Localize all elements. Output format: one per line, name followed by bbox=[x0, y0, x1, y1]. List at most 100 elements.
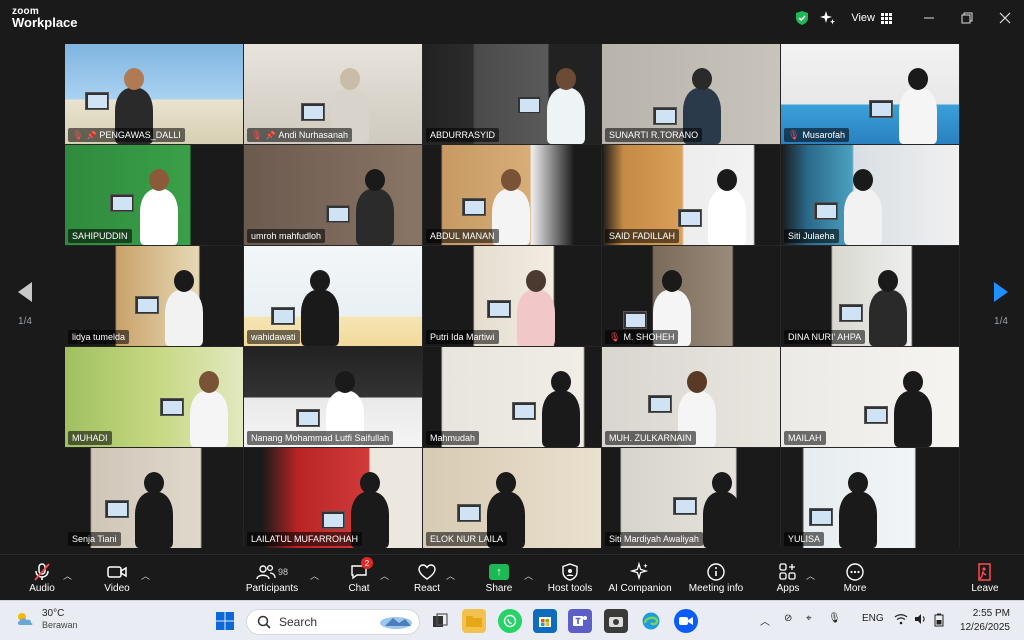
participant-tile[interactable]: 🎙 Musarofah bbox=[781, 44, 959, 144]
participant-tile[interactable]: 🎙 📌 Andi Nurhasanah bbox=[244, 44, 422, 144]
close-icon[interactable] bbox=[986, 0, 1024, 36]
task-view-icon[interactable] bbox=[428, 609, 452, 633]
video-button[interactable]: Video bbox=[100, 561, 134, 599]
participant-name-tag: ELOK NUR LAILA bbox=[426, 532, 508, 546]
language-indicator[interactable]: ENG bbox=[862, 613, 884, 624]
laptop-image bbox=[326, 205, 350, 223]
teams-icon[interactable] bbox=[568, 609, 592, 633]
apps-button[interactable]: Apps bbox=[774, 561, 802, 599]
participant-tile[interactable]: ABDUL MANAN bbox=[423, 145, 601, 245]
windows-start-icon[interactable] bbox=[213, 609, 237, 633]
tray-no-sync-icon[interactable]: ⊘ bbox=[784, 613, 792, 624]
title-bar: zoom Workplace View bbox=[0, 0, 1024, 36]
tray-mic-icon[interactable]: 🎙 bbox=[828, 613, 841, 624]
participants-chevron-icon[interactable]: ︿ bbox=[310, 569, 319, 582]
audio-button[interactable]: Audio bbox=[24, 561, 60, 599]
participant-head bbox=[124, 68, 144, 90]
share-chevron-icon[interactable]: ︿ bbox=[524, 569, 533, 582]
participant-tile[interactable]: Putri Ida Martiwi bbox=[423, 246, 601, 346]
participant-head bbox=[878, 270, 898, 292]
participant-tile[interactable]: MUHADI bbox=[65, 347, 243, 447]
participant-tile[interactable]: SUNARTI R.TORANO bbox=[602, 44, 780, 144]
participant-tile[interactable]: Nanang Mohammad Lutfi Saifullah bbox=[244, 347, 422, 447]
whatsapp-icon[interactable] bbox=[498, 609, 522, 633]
next-page-button[interactable]: 1/4 bbox=[986, 282, 1016, 327]
participant-figure bbox=[708, 189, 746, 245]
participant-tile[interactable]: MUH. ZULKARNAIN bbox=[602, 347, 780, 447]
file-explorer-icon[interactable] bbox=[462, 609, 486, 633]
participant-name-tag: Putri Ida Martiwi bbox=[426, 330, 499, 344]
laptop-image bbox=[110, 194, 134, 212]
participant-tile[interactable]: Siti Julaeha bbox=[781, 145, 959, 245]
participant-tile[interactable]: Senja Tiani bbox=[65, 448, 243, 548]
restore-icon[interactable] bbox=[948, 0, 986, 36]
tray-chevron-up-icon[interactable]: ︿ bbox=[760, 613, 770, 628]
minimize-icon[interactable] bbox=[910, 0, 948, 36]
meeting-info-button[interactable]: Meeting info bbox=[686, 561, 746, 599]
laptop-image bbox=[809, 508, 833, 526]
participant-tile[interactable]: MAILAH bbox=[781, 347, 959, 447]
wifi-icon[interactable] bbox=[894, 613, 908, 628]
sparkle-icon[interactable] bbox=[815, 5, 841, 31]
audio-label: Audio bbox=[29, 583, 55, 594]
participant-tile[interactable]: SAHIPUDDIN bbox=[65, 145, 243, 245]
participant-head bbox=[340, 68, 360, 90]
participant-tile[interactable]: 🎙 📌 PENGAWAS_DALLI bbox=[65, 44, 243, 144]
video-chevron-icon[interactable]: ︿ bbox=[141, 569, 150, 582]
laptop-image bbox=[653, 107, 677, 125]
participant-name: PENGAWAS_DALLI bbox=[99, 130, 181, 140]
participant-tile[interactable]: lidya tumelda bbox=[65, 246, 243, 346]
participant-tile[interactable]: SAID FADILLAH bbox=[602, 145, 780, 245]
tray-location-icon[interactable]: ⌖ bbox=[806, 613, 812, 624]
participant-figure bbox=[703, 492, 741, 548]
react-button[interactable]: React bbox=[412, 561, 442, 599]
shield-check-icon[interactable] bbox=[789, 5, 815, 31]
participant-name: SAID FADILLAH bbox=[609, 231, 676, 241]
battery-icon[interactable] bbox=[934, 613, 944, 630]
pin-icon: 📌 bbox=[265, 130, 276, 140]
participant-tile[interactable]: ELOK NUR LAILA bbox=[423, 448, 601, 548]
participant-name-tag: MAILAH bbox=[784, 431, 826, 445]
view-label: View bbox=[851, 12, 875, 24]
laptop-image bbox=[512, 402, 536, 420]
participant-tile[interactable]: umroh mahfudloh bbox=[244, 145, 422, 245]
participant-name-tag: MUH. ZULKARNAIN bbox=[605, 431, 696, 445]
participant-tile[interactable]: DINA NURI' AHPA bbox=[781, 246, 959, 346]
participant-tile[interactable]: Siti Mardiyah Awaliyah bbox=[602, 448, 780, 548]
pin-icon: 📌 bbox=[86, 130, 97, 140]
leave-button[interactable]: Leave bbox=[970, 561, 1000, 599]
microsoft-store-icon[interactable] bbox=[533, 609, 557, 633]
system-clock[interactable]: 2:55 PM 12/26/2025 bbox=[956, 607, 1010, 635]
participant-figure bbox=[899, 88, 937, 144]
mic-muted-icon: 🎙 bbox=[251, 129, 263, 140]
prev-page-button[interactable]: 1/4 bbox=[10, 282, 40, 327]
participant-head bbox=[662, 270, 682, 292]
weather-widget[interactable]: 30°C Berawan bbox=[14, 608, 78, 630]
more-button[interactable]: More bbox=[840, 561, 870, 599]
zoom-taskbar-icon[interactable] bbox=[674, 609, 698, 633]
view-button[interactable]: View bbox=[851, 12, 892, 24]
clock-time: 2:55 PM bbox=[972, 608, 1010, 619]
react-chevron-icon[interactable]: ︿ bbox=[446, 569, 455, 582]
taskbar-search[interactable]: Search bbox=[246, 609, 420, 635]
camera-app-icon[interactable] bbox=[604, 609, 628, 633]
chat-button[interactable]: 2 Chat bbox=[344, 557, 374, 599]
participant-tile[interactable]: YULISA bbox=[781, 448, 959, 548]
edge-browser-icon[interactable] bbox=[639, 609, 663, 633]
participants-button[interactable]: 98 Participants bbox=[244, 561, 300, 599]
participant-tile[interactable]: ABDURRASYID bbox=[423, 44, 601, 144]
laptop-image bbox=[814, 202, 838, 220]
participant-tile[interactable]: wahidawati bbox=[244, 246, 422, 346]
laptop-image bbox=[839, 304, 863, 322]
chevron-left-icon bbox=[18, 282, 32, 302]
share-button[interactable]: ↑ Share bbox=[484, 561, 514, 599]
participant-tile[interactable]: Mahmudah bbox=[423, 347, 601, 447]
chat-chevron-icon[interactable]: ︿ bbox=[380, 569, 389, 582]
volume-icon[interactable] bbox=[914, 613, 928, 628]
audio-chevron-icon[interactable]: ︿ bbox=[63, 569, 72, 582]
participant-tile[interactable]: LAILATUL MUFARROHAH bbox=[244, 448, 422, 548]
apps-chevron-icon[interactable]: ︿ bbox=[806, 569, 815, 582]
ai-companion-button[interactable]: AI Companion bbox=[608, 561, 672, 599]
participant-tile[interactable]: 🎙 M. SHOHEH bbox=[602, 246, 780, 346]
host-tools-button[interactable]: Host tools bbox=[546, 561, 594, 599]
